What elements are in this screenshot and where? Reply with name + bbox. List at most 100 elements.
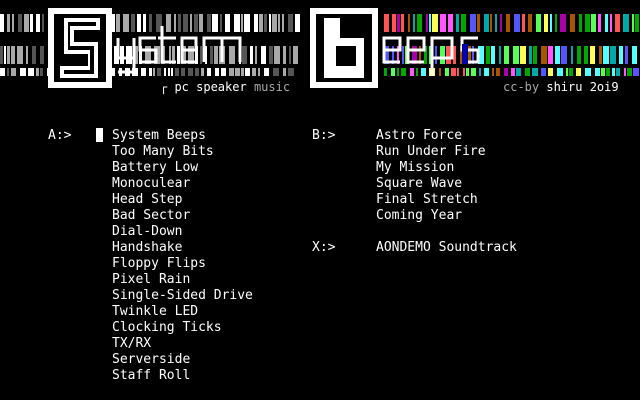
stripe-bar <box>235 68 240 76</box>
stripe-bar <box>490 14 492 32</box>
stripe-bar <box>623 14 629 32</box>
track-item[interactable]: Clocking Ticks <box>112 320 253 336</box>
stripe-bar <box>18 14 22 32</box>
stripe-bar <box>555 46 560 64</box>
stripe-bar <box>457 68 459 76</box>
system-beeps-logo <box>0 8 639 88</box>
stripe-bar <box>401 68 406 76</box>
stripe-bar <box>632 14 634 32</box>
track-item[interactable]: Serverside <box>112 352 253 368</box>
track-item[interactable]: Head Step <box>112 192 253 208</box>
stripe-bar <box>264 14 267 32</box>
stripe-bar <box>504 46 509 64</box>
track-item[interactable]: Final Stretch <box>376 192 486 208</box>
stripe-bar <box>595 68 600 76</box>
stripe-bar <box>36 68 39 76</box>
stripe-bar <box>245 68 250 76</box>
stripe-bar <box>541 68 546 76</box>
stripe-bar <box>492 68 494 76</box>
stripe-bar <box>576 68 581 76</box>
track-item[interactable]: Dial-Down <box>112 224 253 240</box>
stripe-bar <box>242 46 247 64</box>
stripe-bar <box>40 68 43 76</box>
drive-b-prompt: B:> <box>312 128 336 143</box>
stripe-bar <box>627 68 632 76</box>
stripe-bar <box>131 14 135 32</box>
stripe-bar <box>603 46 609 64</box>
stripe-bar <box>470 14 476 32</box>
track-item[interactable]: Too Many Bits <box>112 144 253 160</box>
stripe-bar <box>500 14 502 32</box>
stripe-bar <box>550 14 552 32</box>
pc-speaker-icon: ┌ <box>160 80 175 94</box>
stripe-bar <box>479 68 481 76</box>
drive-b-track-list: Astro Force Run Under Fire My Mission Sq… <box>376 128 486 224</box>
stripe-bar <box>175 68 179 76</box>
stripe-bar <box>514 14 520 32</box>
stripe-bar <box>143 14 146 32</box>
stripe-bar <box>429 14 431 32</box>
track-item[interactable]: My Mission <box>376 160 486 176</box>
track-item[interactable]: Battery Low <box>112 160 253 176</box>
stripe-bar <box>610 46 616 64</box>
stripe-bar <box>461 14 466 32</box>
track-item[interactable]: Pixel Rain <box>112 272 253 288</box>
stripe-bar <box>210 46 213 64</box>
stripe-bar <box>615 14 620 32</box>
stripe-bar <box>579 14 582 32</box>
track-item[interactable]: Twinkle LED <box>112 304 253 320</box>
stripe-bar <box>157 68 161 76</box>
stripe-bar <box>207 68 211 76</box>
track-item[interactable]: Staff Roll <box>112 368 253 384</box>
stripe-bar <box>201 68 204 76</box>
logo-accent-bar <box>462 44 468 64</box>
stripe-bar <box>528 14 532 32</box>
track-item[interactable]: Run Under Fire <box>376 144 486 160</box>
stripe-bar <box>274 46 280 64</box>
stripe-bar <box>269 14 271 32</box>
track-item[interactable]: TX/RX <box>112 336 253 352</box>
tagline-primary: pc speaker <box>174 80 247 94</box>
stripe-bar <box>633 68 639 76</box>
stripe-bar <box>392 14 396 32</box>
stripe-bar <box>199 14 203 32</box>
stripe-bar <box>220 14 222 32</box>
stripe-bar <box>548 46 553 64</box>
stripe-bar <box>116 14 120 32</box>
track-item[interactable]: Coming Year <box>376 208 486 224</box>
stripe-bar <box>225 14 230 32</box>
track-item[interactable]: Square Wave <box>376 176 486 192</box>
track-item[interactable]: AONDEMO Soundtrack <box>376 240 517 256</box>
track-item[interactable]: Bad Sector <box>112 208 253 224</box>
stripe-bar <box>555 14 557 32</box>
track-item[interactable]: Handshake <box>112 240 253 256</box>
stripe-bar <box>591 14 596 32</box>
stripe-bar <box>439 68 441 76</box>
stripe-bar <box>273 68 279 76</box>
stripe-bar <box>24 14 29 32</box>
stripe-bar <box>570 14 575 32</box>
drive-x-prompt: X:> <box>312 240 336 255</box>
stripe-bar <box>229 46 235 64</box>
stripe-bar <box>401 14 404 32</box>
track-item[interactable]: Single-Sided Drive <box>112 288 253 304</box>
track-item[interactable]: System Beeps <box>112 128 253 144</box>
subtitle-tagline: ┌ pc speaker music <box>160 79 290 95</box>
track-item[interactable]: Astro Force <box>376 128 486 144</box>
stripe-bar <box>491 46 495 64</box>
subtitle-credit: cc-by shiru 2oi9 <box>503 79 619 95</box>
stripe-bar <box>445 68 449 76</box>
stripe-bar <box>616 68 620 76</box>
stripe-bar <box>456 14 459 32</box>
stripe-bar <box>451 68 456 76</box>
track-item[interactable]: Monoculear <box>112 176 253 192</box>
stripe-bar <box>577 46 581 64</box>
stripe-bar <box>288 68 294 76</box>
tagline-secondary: music <box>253 80 291 94</box>
stripe-bar <box>255 46 257 64</box>
stripe-bar <box>397 68 399 76</box>
stripe-bar <box>20 68 26 76</box>
track-item[interactable]: Floppy Flips <box>112 256 253 272</box>
stripe-bar <box>548 68 553 76</box>
stripe-bar <box>426 14 428 32</box>
